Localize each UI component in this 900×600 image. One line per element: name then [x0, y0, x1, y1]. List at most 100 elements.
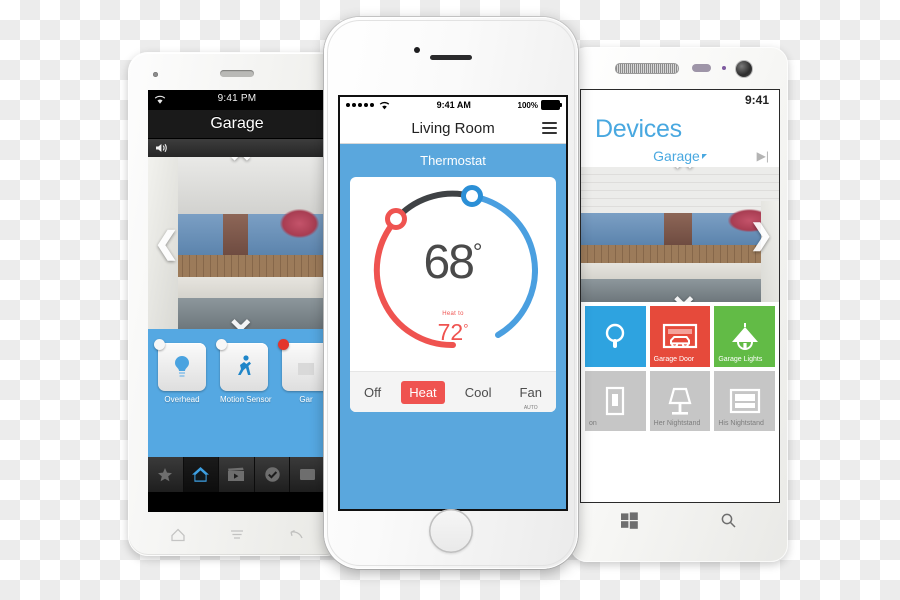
pan-up-arrow[interactable]: ⌃ [224, 157, 258, 189]
wp-tile-thermostat[interactable] [585, 306, 646, 367]
device-tile-overhead[interactable]: Overhead [154, 339, 206, 404]
screenshot-stage: 9:41 PM Garage ❮ ⌃ ⌄ Overhead Motion Sen… [0, 0, 900, 600]
home-button[interactable] [429, 509, 473, 553]
mode-cool-button[interactable]: Cool [457, 381, 500, 404]
back-arrow-icon[interactable] [288, 529, 304, 541]
iphone-screen: 9:41 AM 100% Living Room Thermostat 68° … [338, 95, 568, 511]
switch-icon [606, 386, 625, 416]
device-tile-garage[interactable]: Gar [278, 339, 326, 404]
windows-phone-page-header: Devices [595, 115, 682, 143]
wp-tile-her-nightstand[interactable]: Her Nightstand [649, 370, 711, 432]
mode-heat-button[interactable]: Heat [401, 380, 445, 404]
star-icon [158, 467, 173, 481]
pan-down-arrow[interactable]: ⌄ [667, 274, 701, 302]
wp-tile-his-nightstand[interactable]: His Nightstand [714, 370, 776, 432]
thermostat-card: 68° Heat to 72° Off Heat Cool Fan AUTO [350, 177, 556, 412]
heat-setpoint-caption: Heat to [442, 311, 464, 317]
device-tile-motion-sensor[interactable]: Motion Sensor [216, 339, 272, 404]
windows-phone-room-label: Garage [653, 148, 700, 164]
pan-up-arrow[interactable]: ⌃ [667, 167, 701, 197]
wp-tile-garage-door[interactable]: Garage Door [649, 306, 711, 367]
home-outline-icon[interactable] [170, 528, 186, 542]
wp-tile-garage-lights[interactable]: Garage Lights [714, 306, 776, 367]
search-icon[interactable] [720, 512, 737, 529]
iphone-nav-bar: Living Room [340, 113, 566, 144]
message-icon [300, 469, 316, 480]
wifi-icon [379, 101, 390, 109]
windows-phone-earpiece-speaker [615, 63, 679, 74]
pan-left-arrow[interactable]: ❮ [154, 229, 179, 259]
overhead-tile-button[interactable] [158, 343, 206, 391]
heat-setpoint: Heat to 72° [350, 311, 556, 345]
thermostat-dial[interactable]: 68° Heat to 72° [350, 177, 556, 372]
android-soft-keys[interactable] [148, 520, 326, 550]
windows-phone-led-icon [722, 66, 726, 70]
mode-fan-auto-label: AUTO [523, 404, 538, 411]
overhead-status-dot [154, 339, 165, 350]
garage-tile-button[interactable] [282, 343, 326, 391]
windows-phone-soft-keys[interactable] [580, 505, 778, 535]
windows-phone-camera-feed[interactable]: ⌃ ⌄ ❯ [581, 167, 779, 302]
motion-sensor-tile-button[interactable] [220, 343, 268, 391]
motion-sensor-status-dot [216, 339, 227, 350]
tab-home[interactable] [183, 457, 220, 492]
section-title: Thermostat [420, 153, 486, 168]
lightbulb-icon [175, 356, 189, 377]
wp-tile-his-nightstand-label: His Nightstand [718, 420, 764, 428]
windows-phone-clock: 9:41 [744, 93, 769, 107]
battery-percent-label: 100% [517, 100, 538, 110]
windows-phone-room-selector[interactable]: Garage ▶| [581, 148, 779, 164]
windows-logo-icon[interactable] [621, 511, 638, 529]
speaker-icon[interactable] [155, 142, 169, 154]
android-device-tiles: Overhead Motion Sensor Gar [148, 329, 326, 492]
tab-video[interactable] [219, 457, 255, 492]
motion-sensor-tile-label: Motion Sensor [220, 395, 272, 404]
android-camera-feed[interactable]: ❮ ⌃ ⌄ [148, 157, 326, 329]
android-earpiece-speaker [220, 70, 254, 77]
signal-dots-icon [346, 101, 390, 110]
next-page-icon[interactable]: ▶| [757, 149, 769, 163]
video-clapper-icon [228, 467, 245, 481]
home-icon [192, 467, 210, 482]
table-lamp-icon [668, 387, 692, 415]
mode-fan-label: Fan [519, 384, 542, 400]
windows-phone-proximity-sensor [692, 64, 711, 72]
thermostat-mode-selector[interactable]: Off Heat Cool Fan AUTO [350, 371, 556, 412]
tab-tasks[interactable] [255, 457, 291, 492]
tab-messages[interactable] [290, 457, 326, 492]
garage-tile-label: Gar [299, 395, 313, 404]
garage-door-icon [662, 324, 698, 349]
mode-fan-button[interactable]: Fan AUTO [512, 381, 550, 411]
current-temperature: 68° [350, 235, 556, 290]
current-temperature-value: 68 [423, 236, 475, 289]
windows-phone-status-bar: 9:41 [581, 90, 779, 112]
running-person-icon [238, 355, 251, 375]
pendant-lamp-icon [731, 323, 758, 351]
tab-favorites[interactable] [148, 457, 184, 492]
pan-right-arrow[interactable]: ❯ [750, 221, 773, 249]
wp-tile-switch-label: on [589, 420, 597, 428]
wp-tile-switch[interactable]: on [585, 370, 646, 432]
pan-down-arrow[interactable]: ⌄ [224, 297, 258, 329]
android-camera-toolbar[interactable] [148, 139, 326, 157]
wp-tile-her-nightstand-label: Her Nightstand [653, 420, 701, 428]
iphone-content: Thermostat 68° Heat to 72° Off Heat Cool… [340, 144, 566, 509]
page-title: Living Room [411, 119, 495, 137]
windows-phone-screen: 9:41 Devices Garage ▶| ⌃ ⌄ ❯ Garage Door… [580, 89, 780, 503]
thermostat-icon [606, 324, 625, 349]
mode-off-button[interactable]: Off [356, 381, 389, 404]
degree-symbol: ° [472, 239, 483, 266]
hamburger-menu-icon[interactable] [542, 122, 557, 137]
android-page-title: Garage [148, 110, 326, 139]
heat-setpoint-value-wrap: 72° [438, 319, 469, 345]
garage-icon [298, 363, 314, 375]
windows-phone: 9:41 Devices Garage ▶| ⌃ ⌄ ❯ Garage Door… [570, 47, 788, 562]
iphone-front-camera-icon [414, 47, 420, 53]
android-phone: 9:41 PM Garage ❮ ⌃ ⌄ Overhead Motion Sen… [128, 52, 346, 556]
android-tab-bar[interactable] [148, 457, 326, 492]
iphone-clock: 9:41 AM [436, 100, 471, 110]
garage-status-dot [278, 339, 289, 350]
check-circle-icon [264, 467, 280, 482]
menu-lines-icon[interactable] [230, 529, 244, 541]
overhead-tile-label: Overhead [164, 395, 200, 404]
